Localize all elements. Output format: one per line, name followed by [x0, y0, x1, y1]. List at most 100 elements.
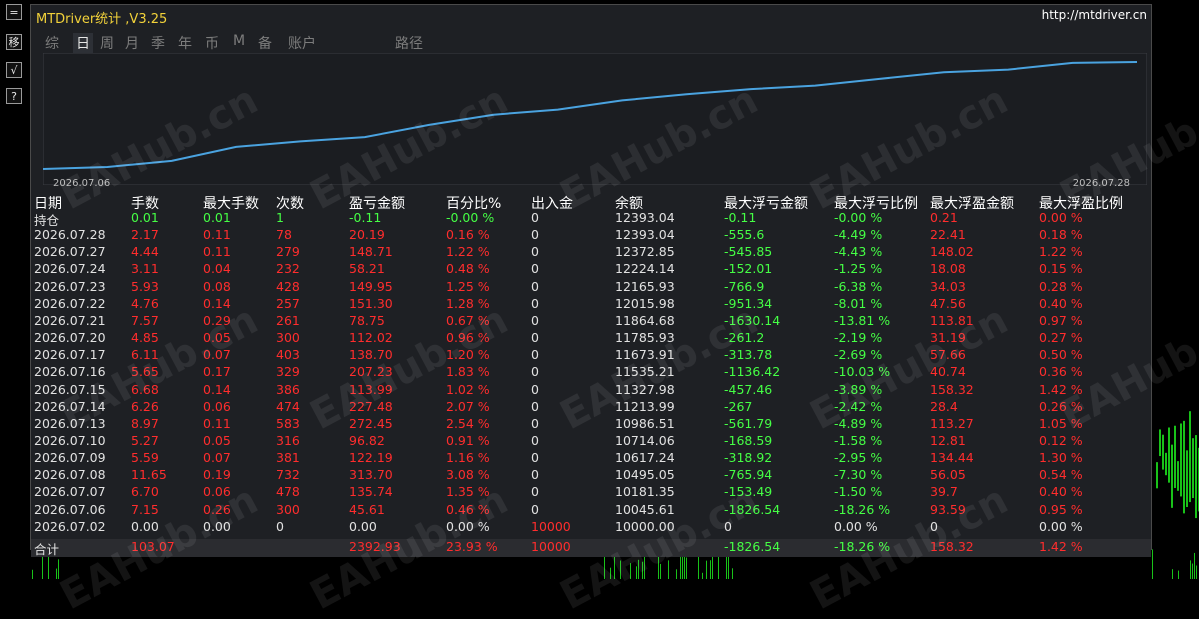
total-cell: 10000 [531, 538, 571, 554]
table-cell: 474 [276, 398, 300, 414]
table-cell: -10.03 % [834, 364, 891, 380]
table-cell: 4.44 [131, 244, 159, 260]
table-cell: 0.05 [203, 432, 231, 448]
total-cell: -18.26 % [834, 538, 891, 554]
table-cell: 5.65 [131, 364, 159, 380]
table-row: 2026.07.16 5.65 0.17 329 207.23 1.83 % 0 11535.… [31, 364, 1151, 381]
table-cell: 0.06 [203, 484, 231, 500]
table-cell: 2026.07.13 [34, 415, 106, 431]
table-cell: -555.6 [724, 227, 765, 243]
table-cell: 11673.91 [615, 347, 675, 363]
total-cell: 1.42 % [1039, 538, 1083, 554]
table-cell: 12224.14 [615, 261, 675, 277]
table-cell: 20.19 [349, 227, 385, 243]
volume-bar [668, 560, 669, 579]
table-cell: 0.00 % [446, 518, 490, 534]
table-cell: -313.78 [724, 347, 773, 363]
table-cell: -267 [724, 398, 753, 414]
table-cell: 2026.07.06 [34, 501, 106, 517]
table-cell: 0.07 [203, 347, 231, 363]
table-cell: 1.30 % [1039, 450, 1083, 466]
volume-bar [676, 569, 677, 579]
table-cell: -8.01 % [834, 295, 883, 311]
minimize-button[interactable]: = [6, 4, 22, 20]
volume-bar [48, 554, 49, 579]
table-cell: 0 [531, 467, 539, 483]
table-cell: -457.46 [724, 381, 773, 397]
table-cell: 6.68 [131, 381, 159, 397]
price-bar [1186, 450, 1188, 508]
tab-8[interactable]: 备 [258, 33, 272, 53]
table-cell: 93.59 [930, 501, 966, 517]
table-cell: 0.19 [203, 467, 231, 483]
tab-1[interactable]: 日 [73, 33, 93, 53]
price-bar [1156, 462, 1158, 489]
table-cell: 0.21 [930, 210, 958, 225]
table-cell: 10181.35 [615, 484, 675, 500]
table-cell: 78 [276, 227, 292, 243]
move-button[interactable]: 移 [6, 34, 22, 50]
volume-bar [726, 553, 727, 579]
table-cell: 2026.07.27 [34, 244, 106, 260]
table-cell: -4.43 % [834, 244, 883, 260]
table-cell: 257 [276, 295, 300, 311]
table-cell: 0 [531, 415, 539, 431]
tab-9[interactable]: 账户 [288, 33, 316, 53]
tab-0[interactable]: 综 [45, 33, 59, 53]
table-cell: 2.07 % [446, 398, 490, 414]
table-cell: 2026.07.14 [34, 398, 106, 414]
table-cell: 0.00 [349, 518, 377, 534]
table-cell: 0 [531, 484, 539, 500]
table-cell: 151.30 [349, 295, 393, 311]
volume-bar [710, 560, 711, 579]
help-button[interactable]: ? [6, 88, 22, 104]
price-bar [1165, 452, 1167, 476]
total-cell: 103.07 [131, 538, 175, 554]
table-cell: 113.99 [349, 381, 393, 397]
table-cell: 0.00 [203, 518, 231, 534]
tab-5[interactable]: 年 [178, 33, 192, 53]
table-cell: 113.27 [930, 415, 974, 431]
tab-6[interactable]: 币 [205, 33, 219, 53]
table-cell: 10617.24 [615, 450, 675, 466]
volume-bar [712, 556, 713, 579]
volume-bar [638, 559, 639, 579]
check-button[interactable]: √ [6, 62, 22, 78]
price-bar [1195, 435, 1197, 519]
table-cell: 1.42 % [1039, 381, 1083, 397]
table-cell: 0.18 % [1039, 227, 1083, 243]
table-cell: -2.19 % [834, 330, 883, 345]
table-cell: 0.11 [203, 415, 231, 431]
price-bar [1192, 438, 1194, 499]
table-cell: 0.96 % [446, 330, 490, 345]
total-cell: 23.93 % [446, 538, 498, 554]
statistics-panel: MTDriver统计 ,V3.25 http://mtdriver.cn 综日周… [30, 4, 1199, 619]
site-link[interactable]: http://mtdriver.cn [1042, 8, 1147, 22]
price-bar [1183, 420, 1185, 514]
title-bar: MTDriver统计 ,V3.25 http://mtdriver.cn [31, 5, 1151, 27]
table-cell: 2.17 [131, 227, 159, 243]
table-cell: 12165.93 [615, 278, 675, 294]
table-cell: 1.35 % [446, 484, 490, 500]
volume-bar [630, 563, 631, 579]
table-cell: 0.00 % [1039, 518, 1083, 534]
table-row: 2026.07.02 0.00 0.00 0 0.00 0.00 % 10000 10000.… [31, 519, 1151, 536]
table-cell: 2026.07.20 [34, 330, 106, 345]
tab-2[interactable]: 周 [100, 33, 114, 53]
volume-bar [1190, 560, 1191, 579]
tab-4[interactable]: 季 [151, 33, 165, 53]
table-cell: 381 [276, 450, 300, 466]
tab-7[interactable]: M [233, 33, 245, 49]
tab-3[interactable]: 月 [125, 33, 139, 53]
table-cell: 300 [276, 330, 300, 345]
table-cell: -1.50 % [834, 484, 883, 500]
price-bar [1162, 434, 1164, 470]
table-cell: 0.01 [131, 210, 159, 225]
table-cell: 2026.07.08 [34, 467, 106, 483]
table-cell: -6.38 % [834, 278, 883, 294]
table-cell: 0.11 [203, 244, 231, 260]
table-cell: -3.89 % [834, 381, 883, 397]
tab-10[interactable]: 路径 [395, 33, 423, 53]
volume-bar [686, 557, 687, 579]
table-row: 2026.07.22 4.76 0.14 257 151.30 1.28 % 0 12015.… [31, 296, 1151, 313]
